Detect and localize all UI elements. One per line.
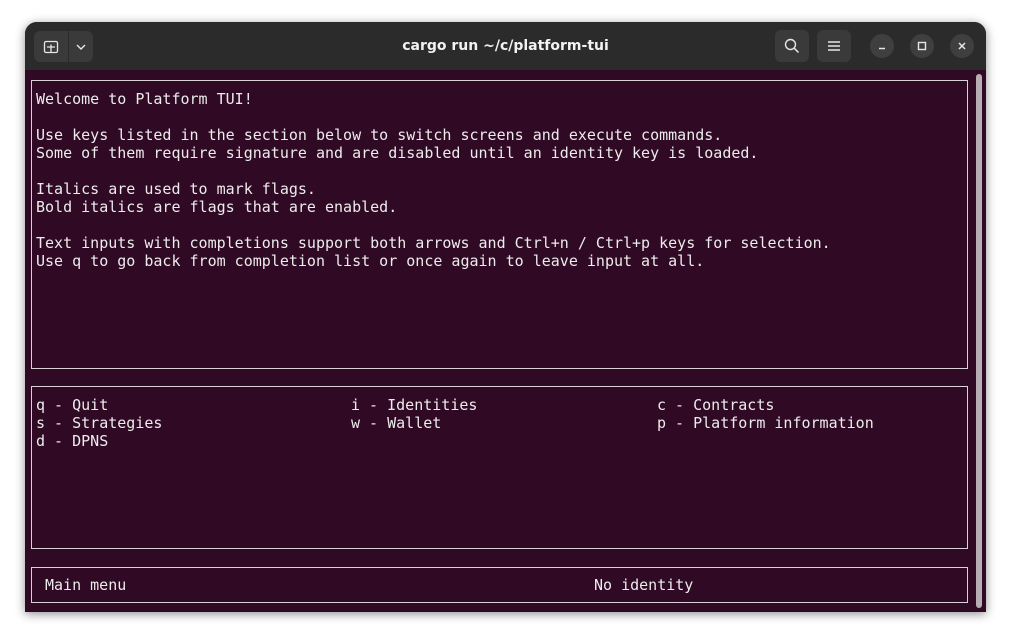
welcome-line: Welcome to Platform TUI! — [36, 90, 253, 108]
scrollbar[interactable] — [976, 74, 982, 608]
title-bar: cargo run ~/c/platform-tui — [25, 22, 986, 70]
hamburger-menu-icon — [828, 41, 840, 51]
welcome-panel: Welcome to Platform TUI! Use keys listed… — [31, 80, 968, 369]
minimize-icon — [879, 47, 885, 50]
close-icon — [958, 42, 966, 50]
status-bar: Main menu No identity — [31, 567, 968, 603]
maximize-button[interactable] — [910, 34, 934, 58]
search-icon — [784, 38, 800, 54]
close-button[interactable] — [950, 34, 974, 58]
new-tab-icon — [43, 40, 59, 53]
welcome-line: Italics are used to mark flags. — [36, 180, 316, 198]
welcome-line: Use keys listed in the section below to … — [36, 126, 723, 144]
terminal-window: cargo run ~/c/platform-tui Welcome to Pl… — [25, 22, 986, 612]
keybindings-panel: q - Quit i - Identities c - Contracts s … — [31, 386, 968, 549]
key-identities[interactable]: i - Identities — [351, 396, 477, 414]
status-identity: No identity — [594, 576, 694, 594]
key-platform-information[interactable]: p - Platform information — [657, 414, 874, 432]
welcome-line: Text inputs with completions support bot… — [36, 234, 831, 252]
welcome-line: Bold italics are flags that are enabled. — [36, 198, 398, 216]
key-dpns[interactable]: d - DPNS — [36, 432, 108, 450]
status-screen-name: Main menu — [45, 576, 127, 594]
key-wallet[interactable]: w - Wallet — [351, 414, 441, 432]
new-tab-button[interactable] — [34, 31, 68, 62]
maximize-icon — [917, 41, 927, 51]
chevron-down-icon — [76, 44, 86, 50]
minimize-button[interactable] — [870, 34, 894, 58]
key-strategies[interactable]: s - Strategies — [36, 414, 162, 432]
welcome-line: Some of them require signature and are d… — [36, 144, 759, 162]
key-contracts[interactable]: c - Contracts — [657, 396, 774, 414]
main-menu-button[interactable] — [817, 30, 851, 62]
key-quit[interactable]: q - Quit — [36, 396, 108, 414]
tab-menu-button[interactable] — [69, 31, 93, 62]
welcome-line: Use q to go back from completion list or… — [36, 252, 705, 270]
search-button[interactable] — [775, 30, 809, 62]
